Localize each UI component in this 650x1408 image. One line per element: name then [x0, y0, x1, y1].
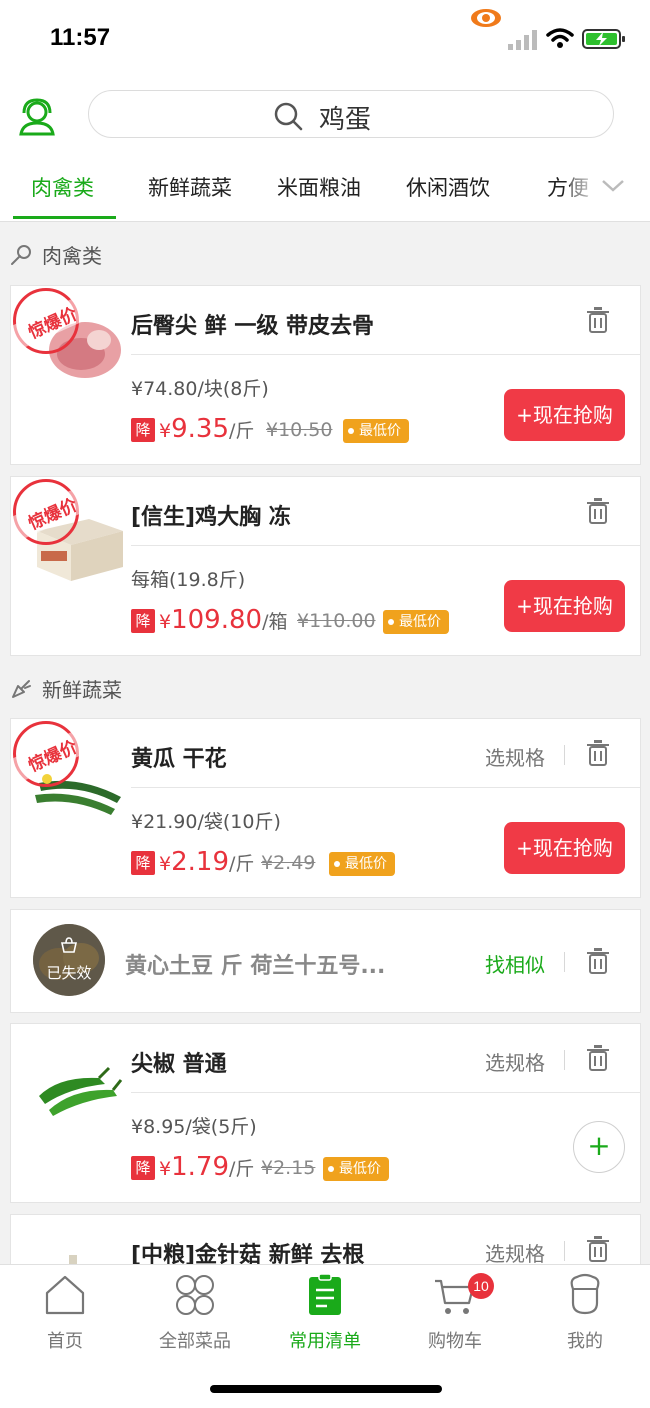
product-image[interactable]: 已失效 — [33, 924, 105, 996]
separator — [564, 745, 565, 765]
section-title: 肉禽类 — [42, 244, 102, 268]
product-card: 惊爆价 [信生]鸡大胸 冻 每箱(19.8斤) 降 ¥109.80/箱 ¥110… — [10, 476, 641, 656]
section-title: 新鲜蔬菜 — [42, 678, 122, 702]
chevron-down-icon[interactable] — [600, 178, 626, 194]
tab-fresh-vegetables[interactable]: 新鲜蔬菜 — [148, 172, 232, 202]
separator — [564, 1241, 565, 1261]
select-spec-link[interactable]: 选规格 — [485, 1238, 545, 1267]
divider — [131, 354, 640, 355]
find-similar-link[interactable]: 找相似 — [485, 949, 545, 978]
price-drop-badge: 降 — [131, 609, 155, 633]
original-price: ¥10.50 — [266, 419, 333, 441]
trash-icon[interactable] — [586, 498, 610, 524]
status-bar: 11:57 — [0, 0, 650, 80]
separator — [564, 952, 565, 972]
trash-icon[interactable] — [586, 1045, 610, 1071]
search-input[interactable]: 鸡蛋 — [88, 90, 614, 138]
divider — [131, 787, 640, 788]
buy-now-button[interactable]: +现在抢购 — [504, 580, 625, 632]
nav-home[interactable]: 首页 — [10, 1273, 120, 1352]
status-time: 11:57 — [50, 24, 111, 51]
hot-price-stamp: 惊爆价 — [10, 288, 94, 354]
basket-icon — [61, 937, 77, 953]
customer-service-icon[interactable] — [18, 96, 56, 136]
divider — [131, 545, 640, 546]
select-spec-link[interactable]: 选规格 — [485, 1047, 545, 1076]
unit-price: ¥74.80/块(8斤) — [131, 378, 269, 400]
price-drop-badge: 降 — [131, 1156, 155, 1180]
profile-icon — [570, 1273, 600, 1315]
unit-price: ¥21.90/袋(10斤) — [131, 811, 281, 833]
nav-cart[interactable]: 10 购物车 — [400, 1273, 510, 1352]
price-drop-badge: 降 — [131, 851, 155, 875]
divider — [131, 1092, 640, 1093]
signal-icon — [508, 30, 537, 50]
nav-label: 购物车 — [428, 1331, 482, 1352]
active-tab-indicator — [13, 216, 116, 219]
price-drop-badge: 降 — [131, 418, 155, 442]
separator — [564, 1050, 565, 1070]
nav-label: 我的 — [567, 1331, 603, 1352]
search-query: 鸡蛋 — [319, 105, 372, 135]
unit-price: ¥8.95/袋(5斤) — [131, 1116, 257, 1138]
drumstick-icon — [11, 245, 31, 265]
product-name[interactable]: [信生]鸡大胸 冻 — [131, 499, 291, 531]
trash-icon[interactable] — [586, 740, 610, 766]
trash-icon[interactable] — [586, 1236, 610, 1262]
wifi-icon — [546, 28, 574, 48]
lowest-price-tag: 最低价 — [343, 419, 409, 443]
buy-now-button[interactable]: +现在抢购 — [504, 389, 625, 441]
nav-label: 首页 — [47, 1331, 83, 1352]
eye-icon — [471, 9, 501, 27]
current-price: ¥2.19/斤 — [159, 847, 255, 877]
tab-rice-noodle-oil[interactable]: 米面粮油 — [277, 172, 361, 202]
trash-icon[interactable] — [586, 307, 610, 333]
lowest-price-tag: 最低价 — [329, 852, 395, 876]
product-name[interactable]: 尖椒 普通 — [131, 1046, 227, 1078]
product-name[interactable]: 黄瓜 干花 — [131, 741, 227, 773]
nav-label: 全部菜品 — [159, 1331, 231, 1352]
battery-icon — [582, 29, 625, 49]
carrot-icon — [12, 680, 31, 698]
original-price: ¥2.15 — [261, 1157, 316, 1179]
nav-all-dishes[interactable]: 全部菜品 — [140, 1273, 250, 1352]
add-to-cart-button[interactable]: + — [573, 1121, 625, 1173]
cart-count-badge: 10 — [468, 1273, 494, 1299]
product-image[interactable] — [29, 1038, 127, 1132]
buy-now-button[interactable]: +现在抢购 — [504, 822, 625, 874]
invalid-label: 已失效 — [46, 964, 92, 982]
select-spec-link[interactable]: 选规格 — [485, 742, 545, 771]
category-tabs: 肉禽类 新鲜蔬菜 米面粮油 休闲酒饮 方便 — [0, 152, 650, 222]
tab-snacks-drinks[interactable]: 休闲酒饮 — [406, 172, 490, 202]
hot-price-stamp: 惊爆价 — [10, 721, 94, 787]
invalid-product-card: 已失效 黄心土豆 斤 荷兰十五号... 找相似 — [10, 909, 641, 1013]
home-indicator — [210, 1385, 442, 1393]
search-icon — [274, 102, 303, 131]
nav-common-list[interactable]: 常用清单 — [270, 1273, 380, 1352]
current-price: ¥9.35/斤 — [159, 414, 255, 444]
product-name[interactable]: 后臀尖 鲜 一级 带皮去骨 — [131, 308, 374, 340]
unit-price: 每箱(19.8斤) — [131, 569, 246, 591]
product-name[interactable]: 黄心土豆 斤 荷兰十五号... — [125, 948, 385, 980]
product-card: 惊爆价 黄瓜 干花 选规格 ¥21.90/袋(10斤) 降 ¥2.19/斤 ¥2… — [10, 718, 641, 898]
all-dishes-icon — [176, 1275, 214, 1315]
tab-meat-poultry[interactable]: 肉禽类 — [31, 172, 94, 202]
original-price: ¥110.00 — [297, 610, 376, 632]
search-header: 鸡蛋 — [0, 80, 650, 152]
current-price: ¥109.80/箱 — [159, 605, 288, 635]
product-card: 尖椒 普通 选规格 ¥8.95/袋(5斤) 降 ¥1.79/斤 ¥2.15 最低… — [10, 1023, 641, 1203]
invalid-overlay — [33, 924, 105, 996]
original-price: ¥2.49 — [261, 852, 316, 874]
trash-icon[interactable] — [586, 948, 610, 974]
lowest-price-tag: 最低价 — [323, 1157, 389, 1181]
nav-label: 常用清单 — [289, 1331, 361, 1352]
hot-price-stamp: 惊爆价 — [10, 479, 94, 545]
list-icon — [309, 1273, 341, 1315]
home-icon — [45, 1275, 85, 1315]
lowest-price-tag: 最低价 — [383, 610, 449, 634]
current-price: ¥1.79/斤 — [159, 1152, 255, 1182]
nav-profile[interactable]: 我的 — [530, 1273, 640, 1352]
product-card: 惊爆价 后臀尖 鲜 一级 带皮去骨 ¥74.80/块(8斤) 降 ¥9.35/斤… — [10, 285, 641, 465]
